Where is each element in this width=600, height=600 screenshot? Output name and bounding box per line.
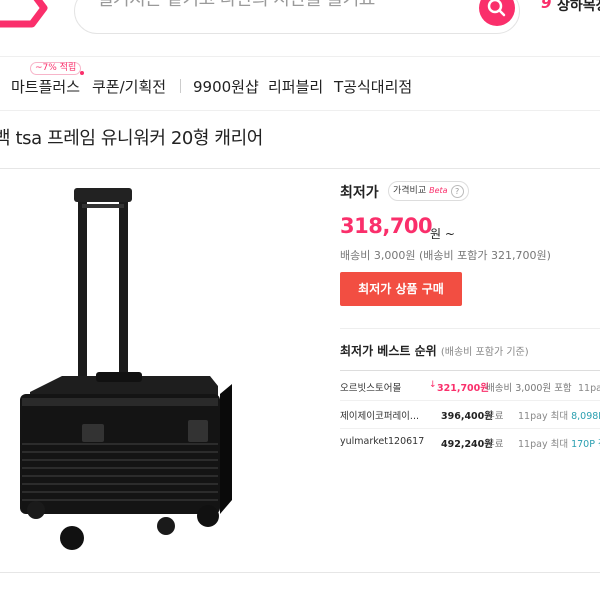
- seller-pay-label: 11pay 최대: [518, 439, 569, 450]
- seller-pay-benefit: 11pay 최대 8,098P 적: [518, 408, 600, 422]
- seller-shipping: 배송비 3,000원 포함: [486, 383, 572, 394]
- seller-shipping: 무료: [486, 439, 504, 450]
- seller-shipping: 무료: [486, 411, 504, 422]
- nav-separator: [180, 79, 181, 93]
- table-row[interactable]: 오르빗스토어몰 ↓ 321,700원 배송비 3,000원 포함 11pay 최: [340, 380, 600, 400]
- price-unit: 원 ~: [430, 227, 455, 241]
- seller-price: 321,700원: [437, 383, 490, 394]
- best-ranking-title: 최저가 베스트 순위 (배송비 포함가 기준): [340, 342, 529, 359]
- lowest-price-label: 최저가: [340, 185, 379, 201]
- divider: [340, 370, 600, 371]
- seller-pay-label: 11pay 최대: [518, 411, 569, 422]
- seller-points: 8,098P 적: [571, 411, 600, 422]
- table-row[interactable]: 제이제이코퍼레이... 396,400원 무료 11pay 최대 8,098P …: [340, 408, 600, 428]
- beta-badge: Beta: [429, 186, 448, 195]
- divider: [340, 328, 600, 329]
- nav-item-9900shop[interactable]: 9900원샵: [193, 76, 259, 97]
- top-header: 설거지는 맡기고 나만의 시간을 즐겨요 9 상하목장: [0, 0, 600, 48]
- shipping-info: 배송비 3,000원 (배송비 포함가 321,700원): [340, 249, 551, 262]
- lowest-price: 318,700: [340, 214, 433, 238]
- seller-pay-benefit: 11pay 최: [578, 383, 600, 394]
- new-dot-indicator: [80, 71, 84, 75]
- product-image[interactable]: [0, 180, 330, 560]
- price-compare-chip[interactable]: 가격비교 Beta ?: [388, 181, 469, 201]
- trending-keyword[interactable]: 상하목장: [557, 0, 600, 15]
- seller-points: 170P 적립: [571, 439, 600, 450]
- divider: [0, 572, 600, 573]
- trending-rank-number: 9: [541, 0, 552, 12]
- help-icon[interactable]: ?: [450, 184, 464, 198]
- nav-item-refurbly[interactable]: 리퍼블리: [268, 76, 323, 97]
- best-ranking-subtitle: (배송비 포함가 기준): [440, 347, 529, 358]
- table-row[interactable]: yulmarket120617 492,240원 무료 11pay 최대 170…: [340, 436, 600, 456]
- row-divider: [340, 400, 600, 401]
- price-down-icon: ↓: [429, 380, 437, 390]
- search-bar[interactable]: 설거지는 맡기고 나만의 시간을 즐겨요: [74, 0, 520, 34]
- nav-item-coupon[interactable]: 쿠폰/기획전: [92, 76, 166, 97]
- product-title: 백 tsa 프레임 유니워커 20형 캐리어: [0, 128, 263, 149]
- price-compare-label: 가격비교: [393, 186, 427, 196]
- seller-pay-benefit: 11pay 최대 170P 적립: [518, 436, 600, 450]
- buy-lowest-button[interactable]: 최저가 상품 구매: [340, 272, 462, 306]
- category-nav: ~7% 적립 마트플러스 쿠폰/기획전 9900원샵 리퍼블리 T공식대리점: [0, 62, 600, 106]
- nav-badge: ~7% 적립: [30, 62, 82, 75]
- divider: [0, 110, 600, 111]
- nav-item-mart-plus[interactable]: 마트플러스: [11, 76, 80, 97]
- seller-name[interactable]: yulmarket120617: [340, 436, 428, 447]
- divider: [0, 56, 600, 57]
- best-ranking-heading: 최저가 베스트 순위: [340, 344, 437, 358]
- seller-name[interactable]: 제이제이코퍼레이...: [340, 408, 428, 422]
- search-button[interactable]: [479, 0, 515, 26]
- row-divider: [340, 428, 600, 429]
- seller-name[interactable]: 오르빗스토어몰: [340, 380, 428, 394]
- search-input[interactable]: 설거지는 맡기고 나만의 시간을 즐겨요: [97, 0, 375, 11]
- search-icon: [487, 0, 506, 17]
- logo-icon[interactable]: [0, 0, 48, 30]
- divider: [0, 168, 600, 169]
- nav-item-t-store[interactable]: T공식대리점: [334, 76, 412, 97]
